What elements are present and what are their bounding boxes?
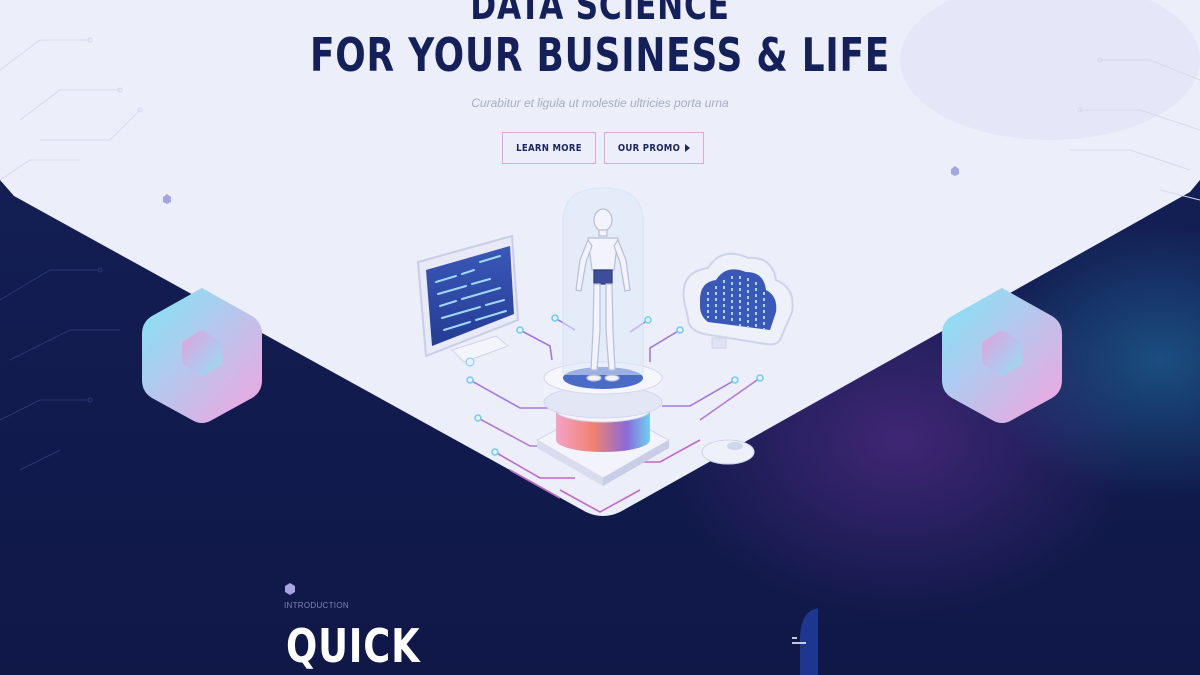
- circuit-lines-dark: [0, 267, 120, 471]
- hero-title-line2: FOR YOUR BUSINESS & LIFE: [309, 28, 891, 82]
- hero-subtitle: Curabitur et ligula ut molestie ultricie…: [471, 96, 729, 110]
- small-hexagon-icon: [285, 583, 295, 595]
- our-promo-label: OUR PROMO: [617, 142, 681, 154]
- bottom-decoration: [800, 608, 818, 675]
- our-promo-button[interactable]: OUR PROMO: [604, 132, 704, 164]
- hero-title-line1: DATA SCIENCE: [470, 0, 730, 29]
- learn-more-label: LEARN MORE: [516, 142, 582, 154]
- intro-heading: QUICK: [286, 619, 421, 673]
- play-icon: [685, 144, 691, 152]
- device-icon: [701, 439, 755, 465]
- intro-eyebrow: INTRODUCTION: [284, 601, 349, 610]
- hero-section: DATA SCIENCE FOR YOUR BUSINESS & LIFE Cu…: [0, 0, 1200, 200]
- learn-more-button[interactable]: LEARN MORE: [502, 132, 596, 164]
